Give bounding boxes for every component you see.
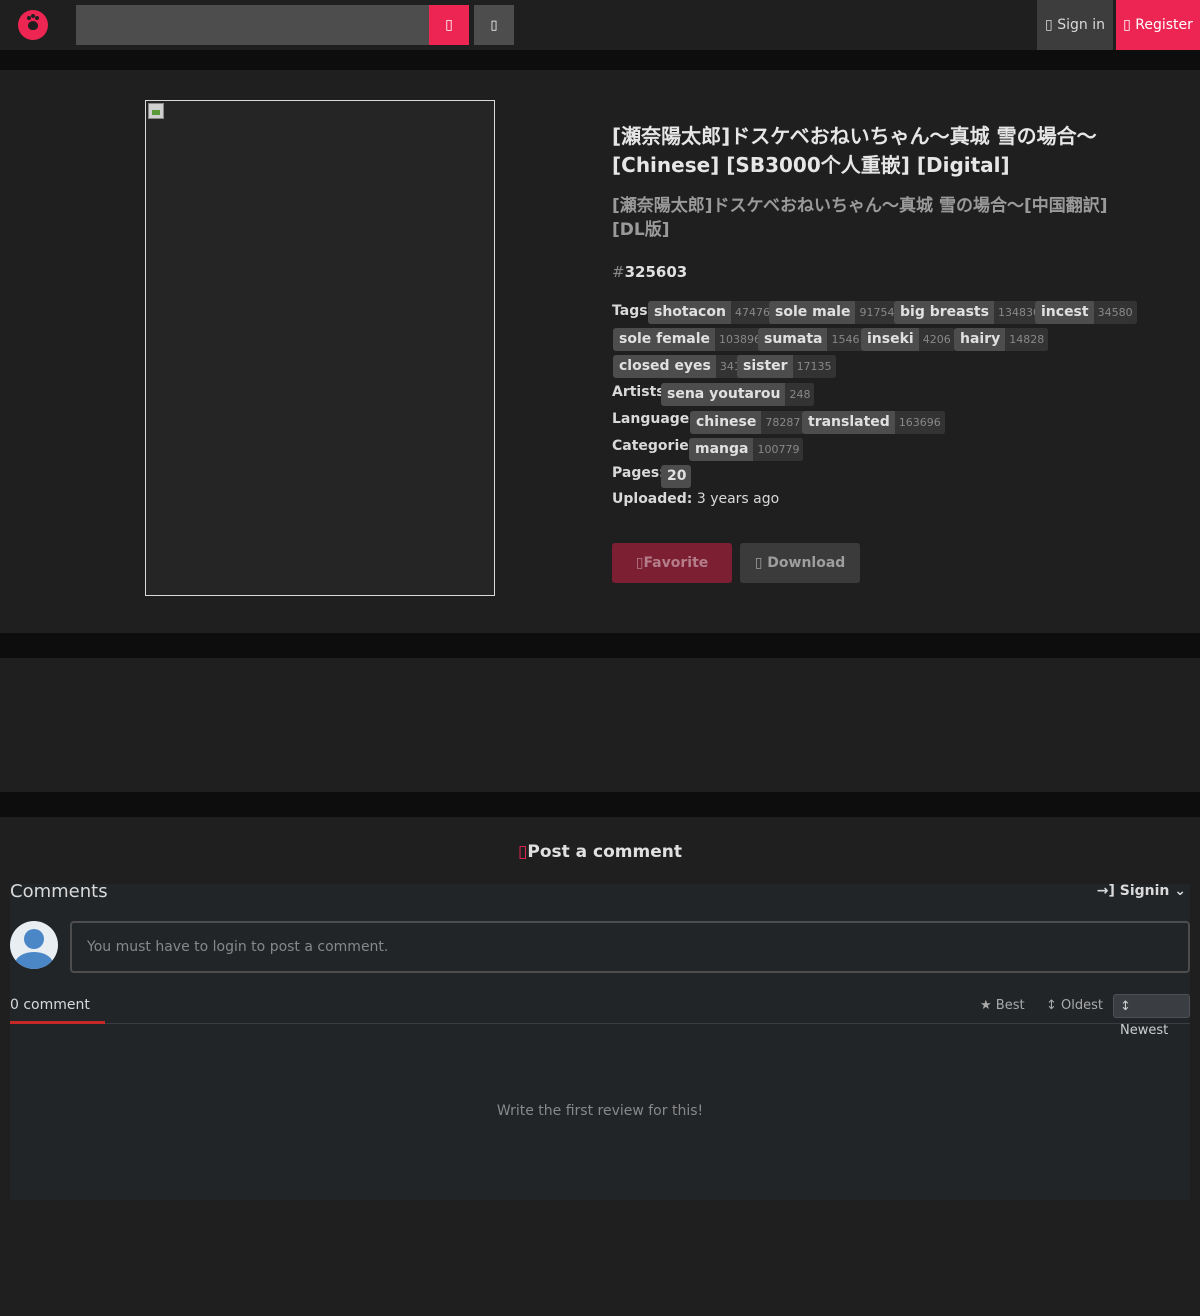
- hash-symbol: #: [612, 263, 625, 281]
- signin-button[interactable]: ▯ Sign in: [1037, 0, 1113, 50]
- search-button[interactable]: ▯: [429, 5, 469, 45]
- gallery-id-value: 325603: [624, 263, 688, 281]
- comment-count: 0 comment: [10, 997, 90, 1013]
- top-navbar: ▯ ▯ ▯ Sign in ▯ Register: [0, 0, 1200, 50]
- tag-sumata[interactable]: sumata 1546: [758, 328, 864, 351]
- paw-toe: [35, 16, 39, 20]
- comment-count-underline: [10, 1021, 105, 1024]
- download-button[interactable]: ▯ Download: [740, 543, 860, 583]
- random-icon: ▯: [490, 17, 498, 33]
- avatar: [10, 921, 58, 969]
- sort-oldest-button[interactable]: ↕ Oldest: [1046, 994, 1103, 1018]
- comments-title: Comments: [10, 881, 108, 902]
- favorite-button[interactable]: ▯Favorite: [612, 543, 732, 583]
- gallery-id: #325603: [612, 263, 687, 281]
- categories-label: Categories: [612, 438, 698, 454]
- languages-label: Languages: [612, 411, 698, 427]
- cover-image[interactable]: [145, 100, 495, 596]
- artists-label: Artists: [612, 384, 665, 400]
- uploaded-label: Uploaded:: [612, 491, 693, 507]
- comment-input[interactable]: You must have to login to post a comment…: [70, 921, 1190, 973]
- gallery-info: [瀬奈陽太郎]ドスケベおねいちゃん〜真城 雪の場合〜 [Chinese] [SB…: [0, 70, 1200, 633]
- gallery-title: [瀬奈陽太郎]ドスケベおねいちゃん〜真城 雪の場合〜 [Chinese] [SB…: [612, 124, 1097, 177]
- pages-label: Pages:: [612, 465, 665, 481]
- avatar-body: [15, 952, 53, 969]
- comments-signin-button[interactable]: →] Signin ⌄: [1097, 883, 1186, 899]
- search-icon: ▯: [445, 17, 453, 33]
- sort-newest-button[interactable]: ↕ Newest: [1113, 994, 1190, 1038]
- comments-widget: Comments →] Signin ⌄ You must have to lo…: [10, 881, 1190, 1200]
- language-translated[interactable]: translated 163696: [802, 411, 945, 434]
- paw-icon: [28, 21, 38, 30]
- tag-hairy[interactable]: hairy 14828: [954, 328, 1049, 351]
- site-logo[interactable]: [18, 10, 48, 40]
- search-input[interactable]: [76, 5, 429, 45]
- tag-sister[interactable]: sister 17135: [737, 355, 836, 378]
- tag-sole-male[interactable]: sole male 91754: [769, 301, 899, 324]
- post-comment-heading[interactable]: ▯Post a comment: [0, 842, 1200, 862]
- post-comment-label: Post a comment: [527, 842, 682, 862]
- category-manga[interactable]: manga 100779: [689, 438, 804, 461]
- tags-label: Tags: [612, 303, 648, 319]
- tag-sole-female[interactable]: sole female 103896: [613, 328, 766, 351]
- sort-best-button[interactable]: ★ Best: [980, 994, 1025, 1018]
- register-button[interactable]: ▯ Register: [1116, 0, 1200, 50]
- empty-comments-message: Write the first review for this!: [496, 1103, 704, 1119]
- language-chinese[interactable]: chinese 78287: [690, 411, 805, 434]
- broken-image-icon: [148, 103, 164, 119]
- avatar-head: [24, 929, 44, 949]
- divider: [0, 792, 1200, 817]
- uploaded-value: 3 years ago: [696, 491, 780, 507]
- tag-shotacon[interactable]: shotacon 47476: [648, 301, 774, 324]
- comments-divider: [10, 1023, 1190, 1024]
- pages-count: 20: [661, 465, 692, 488]
- divider: [0, 633, 1200, 658]
- uploaded-field: Uploaded: 3 years ago: [612, 491, 779, 507]
- tag-incest[interactable]: incest 34580: [1035, 301, 1137, 324]
- divider: [0, 50, 1200, 70]
- tag-closed-eyes[interactable]: closed eyes 341: [613, 355, 745, 378]
- tag-inseki[interactable]: inseki 4206: [861, 328, 955, 351]
- random-button[interactable]: ▯: [474, 5, 514, 45]
- comment-icon: ▯: [518, 842, 528, 862]
- tag-big-breasts[interactable]: big breasts 134830: [894, 301, 1044, 324]
- gallery-subtitle: [瀬奈陽太郎]ドスケベおねいちゃん〜真城 雪の場合〜[中国翻訳] [DL版]: [612, 196, 1108, 240]
- artist-sena-youtarou[interactable]: sena youtarou 248: [661, 383, 815, 406]
